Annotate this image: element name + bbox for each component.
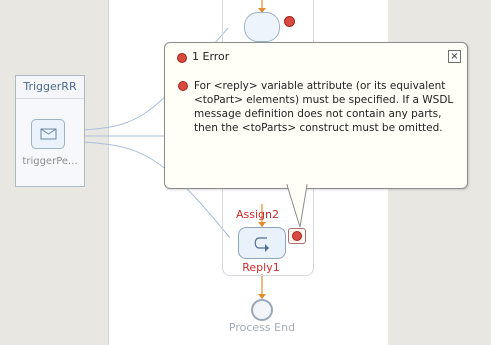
message-line: message definition does not contain any … <box>194 108 442 120</box>
message-line: then the <toParts> construct must be omi… <box>194 122 443 134</box>
tooltip-header: 1 Error × <box>165 43 467 71</box>
partner-operation-label: triggerPe... <box>22 156 78 167</box>
tooltip-title: 1 Error <box>192 50 230 63</box>
error-tooltip: 1 Error × For <reply> variable attribute… <box>164 42 468 189</box>
envelope-icon <box>40 128 57 140</box>
error-icon <box>178 81 188 91</box>
process-canvas: TriggerRR triggerPe... Assign2 Reply1 Pr… <box>0 0 491 345</box>
error-marker-button[interactable] <box>288 228 306 244</box>
message-line: <toPart> elements) must be specified. If… <box>194 94 454 106</box>
reply-arrow-icon <box>254 237 269 252</box>
process-end-node[interactable] <box>251 299 273 321</box>
partner-link-box[interactable]: TriggerRR triggerPe... <box>15 75 85 187</box>
error-marker-icon[interactable] <box>284 16 295 27</box>
error-icon <box>292 231 302 241</box>
receive-activity-node[interactable] <box>244 12 280 42</box>
reply-activity-label[interactable]: Reply1 <box>238 261 284 274</box>
assign-activity-label[interactable]: Assign2 <box>236 208 279 221</box>
envelope-icon[interactable] <box>31 119 65 149</box>
error-icon <box>177 53 187 63</box>
partner-title: TriggerRR <box>16 76 84 99</box>
error-message-text: For <reply> variable attribute (or its e… <box>194 79 454 135</box>
tooltip-pointer <box>286 184 308 228</box>
message-line: For <reply> variable attribute (or its e… <box>194 80 446 92</box>
tooltip-message: For <reply> variable attribute (or its e… <box>178 79 454 135</box>
close-icon[interactable]: × <box>448 50 461 63</box>
reply-activity-node[interactable] <box>238 227 286 259</box>
process-end-label: Process End <box>228 321 296 334</box>
